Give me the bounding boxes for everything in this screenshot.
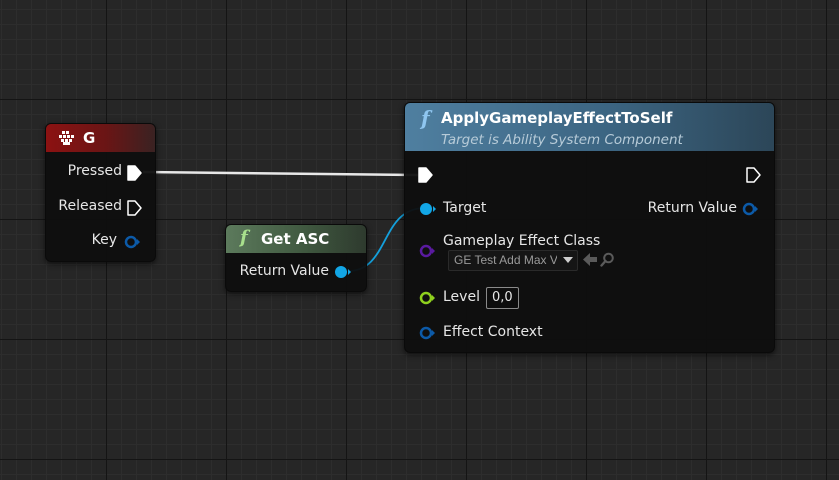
struct-pin-key[interactable] xyxy=(124,235,142,249)
level-value: 0,0 xyxy=(492,290,513,305)
class-pin-effect-class[interactable] xyxy=(418,243,438,259)
exec-wire[interactable] xyxy=(142,170,419,177)
pin-label-key: Key xyxy=(91,232,117,248)
level-input[interactable]: 0,0 xyxy=(486,287,519,309)
exec-pin-in[interactable] xyxy=(418,167,433,183)
node-title: G xyxy=(83,129,96,147)
pin-label-return-value: Return Value xyxy=(239,263,329,279)
apply-gameplay-effect-node[interactable]: f ApplyGameplayEffectToSelf Target is Ab… xyxy=(404,102,775,353)
effect-class-dropdown[interactable]: GE Test Add Max V xyxy=(448,250,578,271)
node-header: G xyxy=(46,124,155,152)
keyboard-icon xyxy=(59,130,75,145)
function-icon: f xyxy=(421,106,430,130)
node-header: f ApplyGameplayEffectToSelf Target is Ab… xyxy=(405,103,774,151)
exec-pin-out[interactable] xyxy=(746,167,761,183)
effect-class-value: GE Test Add Max V xyxy=(454,253,557,267)
exec-pin-pressed[interactable] xyxy=(127,165,142,181)
float-pin-level[interactable] xyxy=(418,290,438,306)
key-event-node[interactable]: G Pressed Released Key xyxy=(45,123,156,262)
node-title: ApplyGameplayEffectToSelf xyxy=(441,109,673,127)
pin-label-level: Level xyxy=(443,289,480,305)
pin-label-released: Released xyxy=(58,198,122,214)
chevron-down-icon xyxy=(563,257,573,263)
pin-label-return-value: Return Value xyxy=(647,200,737,216)
pin-label-effect-class: Gameplay Effect Class xyxy=(443,233,601,249)
pin-label-pressed: Pressed xyxy=(67,163,122,179)
pin-label-effect-context: Effect Context xyxy=(443,324,543,340)
struct-pin-effect-context[interactable] xyxy=(418,325,438,341)
struct-pin-return-value[interactable] xyxy=(741,201,761,217)
node-header: f Get ASC xyxy=(226,225,366,253)
use-selected-arrow-icon[interactable] xyxy=(583,253,597,266)
get-asc-node[interactable]: f Get ASC Return Value xyxy=(225,224,367,292)
browse-search-icon[interactable] xyxy=(600,252,615,267)
pin-label-target: Target xyxy=(443,200,487,216)
object-pin-return-value[interactable] xyxy=(333,264,353,280)
object-pin-target[interactable] xyxy=(418,201,438,217)
exec-pin-released[interactable] xyxy=(127,200,142,216)
node-subtitle: Target is Ability System Component xyxy=(441,132,683,148)
function-icon: f xyxy=(240,227,248,248)
node-title: Get ASC xyxy=(261,230,330,248)
